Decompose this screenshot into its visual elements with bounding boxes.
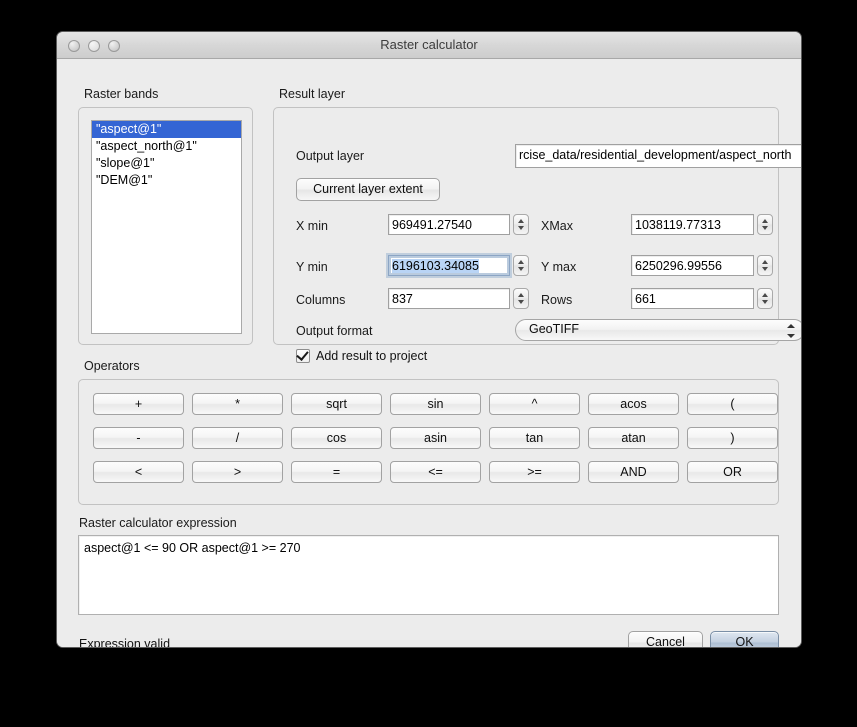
expression-value: aspect@1 <= 90 OR aspect@1 >= 270 <box>84 541 301 555</box>
result-layer-group: Output layer rcise_data/residential_deve… <box>273 107 779 345</box>
result-layer-group-label: Result layer <box>279 87 345 101</box>
operator-button[interactable]: atan <box>588 427 679 449</box>
y-max-input[interactable]: 6250296.99556 <box>631 255 754 276</box>
operator-button[interactable]: ( <box>687 393 778 415</box>
status-message: Expression valid <box>79 637 170 647</box>
list-item[interactable]: "aspect_north@1" <box>92 138 241 155</box>
operator-button[interactable]: < <box>93 461 184 483</box>
operator-button[interactable]: - <box>93 427 184 449</box>
columns-stepper[interactable] <box>513 288 529 309</box>
operator-button[interactable]: <= <box>390 461 481 483</box>
operator-button[interactable]: ^ <box>489 393 580 415</box>
x-min-label: X min <box>296 219 328 233</box>
output-format-dropdown[interactable]: GeoTIFF <box>515 319 801 341</box>
operator-button[interactable]: tan <box>489 427 580 449</box>
x-min-stepper[interactable] <box>513 214 529 235</box>
x-max-input[interactable]: 1038119.77313 <box>631 214 754 235</box>
expression-label: Raster calculator expression <box>79 516 237 530</box>
list-item[interactable]: "aspect@1" <box>92 121 241 138</box>
x-min-input[interactable]: 969491.27540 <box>388 214 510 235</box>
columns-label: Columns <box>296 293 345 307</box>
operator-button[interactable]: AND <box>588 461 679 483</box>
window-titlebar: Raster calculator <box>57 32 801 59</box>
operator-button[interactable]: acos <box>588 393 679 415</box>
y-min-stepper[interactable] <box>513 255 529 276</box>
x-max-label: XMax <box>541 219 573 233</box>
operator-button[interactable]: asin <box>390 427 481 449</box>
raster-calculator-window: Raster calculator Raster bands "aspect@1… <box>57 32 801 647</box>
operator-button[interactable]: / <box>192 427 283 449</box>
dialog-body: Raster bands "aspect@1" "aspect_north@1"… <box>57 59 801 647</box>
rows-label: Rows <box>541 293 572 307</box>
rows-stepper[interactable] <box>757 288 773 309</box>
chevron-updown-icon <box>787 324 795 338</box>
operator-button[interactable]: ) <box>687 427 778 449</box>
output-layer-input[interactable]: rcise_data/residential_development/aspec… <box>515 144 801 168</box>
output-format-label: Output format <box>296 324 372 338</box>
output-layer-label: Output layer <box>296 149 364 163</box>
y-min-value: 6196103.34085 <box>392 259 479 273</box>
operator-button[interactable]: OR <box>687 461 778 483</box>
checkbox-checked-icon <box>296 349 310 363</box>
operator-button[interactable]: * <box>192 393 283 415</box>
operators-group: + * sqrt sin ^ acos ( - / cos asin tan a… <box>78 379 779 505</box>
operators-grid: + * sqrt sin ^ acos ( - / cos asin tan a… <box>93 393 778 483</box>
raster-bands-group: "aspect@1" "aspect_north@1" "slope@1" "D… <box>78 107 253 345</box>
add-result-to-project-label: Add result to project <box>316 349 427 363</box>
x-max-stepper[interactable] <box>757 214 773 235</box>
columns-input[interactable]: 837 <box>388 288 510 309</box>
output-format-value: GeoTIFF <box>529 322 579 336</box>
raster-bands-list[interactable]: "aspect@1" "aspect_north@1" "slope@1" "D… <box>91 120 242 334</box>
operator-button[interactable]: sqrt <box>291 393 382 415</box>
y-min-label: Y min <box>296 260 328 274</box>
operator-button[interactable]: >= <box>489 461 580 483</box>
add-result-to-project-checkbox[interactable]: Add result to project <box>296 349 427 363</box>
rows-input[interactable]: 661 <box>631 288 754 309</box>
current-layer-extent-button[interactable]: Current layer extent <box>296 178 440 201</box>
expression-textarea[interactable]: aspect@1 <= 90 OR aspect@1 >= 270 <box>78 535 779 615</box>
y-min-input[interactable]: 6196103.34085 <box>388 255 510 276</box>
operator-button[interactable]: = <box>291 461 382 483</box>
y-max-label: Y max <box>541 260 576 274</box>
operators-group-label: Operators <box>84 359 140 373</box>
window-title: Raster calculator <box>57 37 801 52</box>
operator-button[interactable]: cos <box>291 427 382 449</box>
list-item[interactable]: "DEM@1" <box>92 172 241 189</box>
cancel-button[interactable]: Cancel <box>628 631 703 647</box>
raster-bands-group-label: Raster bands <box>84 87 158 101</box>
operator-button[interactable]: > <box>192 461 283 483</box>
ok-button[interactable]: OK <box>710 631 779 647</box>
operator-button[interactable]: + <box>93 393 184 415</box>
list-item[interactable]: "slope@1" <box>92 155 241 172</box>
y-max-stepper[interactable] <box>757 255 773 276</box>
operator-button[interactable]: sin <box>390 393 481 415</box>
